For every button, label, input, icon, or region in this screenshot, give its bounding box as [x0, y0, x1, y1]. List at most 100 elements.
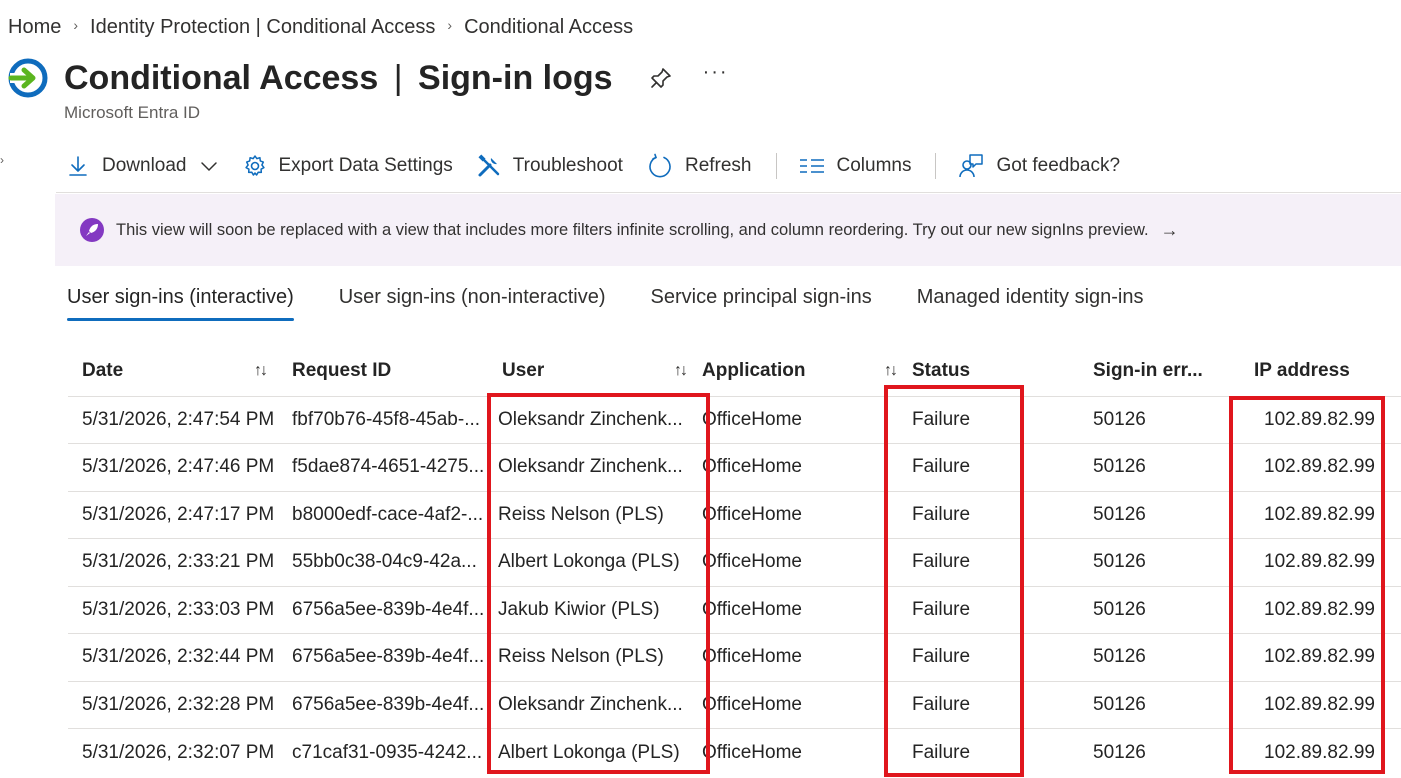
table-row[interactable]: 5/31/2026, 2:33:03 PM 6756a5ee-839b-4e4f.…: [68, 585, 1401, 634]
cell-sign-in-error: 50126: [1079, 728, 1238, 776]
cell-request-id: 6756a5ee-839b-4e4f...: [278, 633, 488, 681]
sort-icon[interactable]: ↑↓: [254, 362, 268, 380]
cell-request-id: 6756a5ee-839b-4e4f...: [278, 585, 488, 634]
cell-user: Reiss Nelson (PLS): [488, 633, 698, 681]
cell-application: OfficeHome: [698, 395, 908, 444]
download-icon: [69, 156, 87, 176]
tab-service-principal-sign-ins[interactable]: Service principal sign-ins: [651, 286, 872, 319]
cell-status: Failure: [908, 728, 1079, 776]
column-header-user[interactable]: User ↑↓: [488, 346, 698, 396]
cell-sign-in-error: 50126: [1079, 490, 1238, 539]
refresh-label: Refresh: [684, 155, 752, 176]
breadcrumb-conditional-access[interactable]: Conditional Access: [464, 16, 633, 39]
conditional-access-icon: [8, 58, 48, 98]
refresh-button[interactable]: Refresh: [647, 153, 752, 179]
cell-request-id: 55bb0c38-04c9-42a...: [278, 538, 488, 586]
cell-date: 5/31/2026, 2:47:17 PM: [68, 490, 278, 539]
column-header-date[interactable]: Date ↑↓: [68, 346, 278, 396]
breadcrumb-home[interactable]: Home: [8, 16, 61, 39]
feedback-icon: [959, 154, 984, 178]
sort-icon[interactable]: ↑↓: [884, 362, 898, 380]
cell-status: Failure: [908, 680, 1079, 729]
cell-request-id: 6756a5ee-839b-4e4f...: [278, 680, 488, 729]
table-row[interactable]: 5/31/2026, 2:47:17 PM b8000edf-cace-4af2-…: [68, 490, 1401, 539]
got-feedback-label: Got feedback?: [996, 155, 1121, 176]
page-title-strong: Conditional Access: [64, 58, 379, 97]
breadcrumb-separator-icon: ›: [73, 16, 79, 33]
cell-application: OfficeHome: [698, 443, 908, 491]
table-row[interactable]: 5/31/2026, 2:33:21 PM 55bb0c38-04c9-42a..…: [68, 538, 1401, 586]
column-header-ip-address[interactable]: IP address: [1238, 346, 1401, 396]
breadcrumb-separator-icon: ›: [447, 16, 453, 33]
download-button[interactable]: Download: [66, 154, 219, 178]
breadcrumb: Home › Identity Protection | Conditional…: [8, 16, 633, 39]
cell-ip-address: 102.89.82.99: [1238, 490, 1401, 539]
cell-sign-in-error: 50126: [1079, 633, 1238, 681]
cell-request-id: fbf70b76-45f8-45ab-...: [278, 395, 488, 444]
cell-date: 5/31/2026, 2:32:28 PM: [68, 680, 278, 729]
chevron-down-icon: [200, 162, 217, 172]
cell-status: Failure: [908, 585, 1079, 634]
gear-icon: [244, 155, 265, 176]
troubleshoot-label: Troubleshoot: [512, 155, 623, 176]
troubleshoot-button[interactable]: Troubleshoot: [477, 154, 623, 178]
page-title: Conditional Access | Sign-in logs: [64, 59, 613, 98]
table-row[interactable]: 5/31/2026, 2:47:46 PM f5dae874-4651-4275.…: [68, 443, 1401, 491]
more-options-icon[interactable]: ···: [703, 61, 729, 84]
toolbar-divider-line: [56, 192, 1401, 193]
cell-application: OfficeHome: [698, 585, 908, 634]
cell-user: Oleksandr Zinchenk...: [488, 443, 698, 491]
sign-in-logs-table: Date ↑↓ Request ID User ↑↓ Application ↑↓ S…: [68, 346, 1401, 776]
columns-button[interactable]: Columns: [799, 154, 911, 178]
sort-icon[interactable]: ↑↓: [674, 362, 688, 380]
column-header-application[interactable]: Application ↑↓: [698, 346, 908, 396]
export-data-settings-button[interactable]: Export Data Settings: [243, 154, 453, 178]
page-title-separator: |: [393, 58, 403, 97]
cell-sign-in-error: 50126: [1079, 443, 1238, 491]
banner-arrow-icon[interactable]: →: [1161, 220, 1179, 241]
table-row[interactable]: 5/31/2026, 2:32:28 PM 6756a5ee-839b-4e4f.…: [68, 680, 1401, 729]
cell-ip-address: 102.89.82.99: [1238, 680, 1401, 729]
cell-request-id: f5dae874-4651-4275...: [278, 443, 488, 491]
cell-sign-in-error: 50126: [1079, 395, 1238, 444]
columns-icon: [799, 159, 824, 173]
cell-ip-address: 102.89.82.99: [1238, 585, 1401, 634]
cell-date: 5/31/2026, 2:33:03 PM: [68, 585, 278, 634]
toolbar-divider: [935, 153, 937, 179]
table-row[interactable]: 5/31/2026, 2:32:44 PM 6756a5ee-839b-4e4f.…: [68, 633, 1401, 681]
breadcrumb-identity-protection[interactable]: Identity Protection | Conditional Access: [90, 16, 435, 39]
cell-date: 5/31/2026, 2:47:54 PM: [68, 395, 278, 444]
page-title-rest: Sign-in logs: [418, 58, 613, 97]
cell-status: Failure: [908, 395, 1079, 444]
table-row[interactable]: 5/31/2026, 2:32:07 PM c71caf31-0935-4242.…: [68, 728, 1401, 776]
cell-sign-in-error: 50126: [1079, 538, 1238, 586]
cell-ip-address: 102.89.82.99: [1238, 538, 1401, 586]
cell-date: 5/31/2026, 2:32:07 PM: [68, 728, 278, 776]
expand-sidebar-icon[interactable]: ›: [0, 153, 4, 167]
cell-request-id: b8000edf-cace-4af2-...: [278, 490, 488, 539]
column-header-request-id[interactable]: Request ID: [278, 346, 488, 396]
cell-user: Jakub Kiwior (PLS): [488, 585, 698, 634]
page-header: Conditional Access | Sign-in logs ···: [8, 58, 729, 98]
command-bar: Download Export Data Settings Troublesho…: [66, 148, 1144, 184]
table-row[interactable]: 5/31/2026, 2:47:54 PM fbf70b76-45f8-45ab-…: [68, 395, 1401, 444]
cell-user: Albert Lokonga (PLS): [488, 728, 698, 776]
column-header-sign-in-error[interactable]: Sign-in err...: [1079, 346, 1238, 396]
cell-status: Failure: [908, 490, 1079, 539]
cell-date: 5/31/2026, 2:32:44 PM: [68, 633, 278, 681]
tab-user-sign-ins-interactive[interactable]: User sign-ins (interactive): [67, 286, 294, 321]
cell-date: 5/31/2026, 2:33:21 PM: [68, 538, 278, 586]
pin-icon[interactable]: [649, 66, 673, 90]
page-subtitle: Microsoft Entra ID: [64, 103, 201, 122]
tab-managed-identity-sign-ins[interactable]: Managed identity sign-ins: [917, 286, 1144, 319]
cell-application: OfficeHome: [698, 538, 908, 586]
got-feedback-button[interactable]: Got feedback?: [958, 153, 1120, 179]
export-data-settings-label: Export Data Settings: [278, 155, 453, 176]
cell-user: Oleksandr Zinchenk...: [488, 680, 698, 729]
cell-user: Oleksandr Zinchenk...: [488, 395, 698, 444]
cell-sign-in-error: 50126: [1079, 585, 1238, 634]
tab-user-sign-ins-non-interactive[interactable]: User sign-ins (non-interactive): [339, 286, 606, 319]
column-header-status[interactable]: Status: [908, 346, 1079, 396]
cell-date: 5/31/2026, 2:47:46 PM: [68, 443, 278, 491]
rocket-icon: [80, 218, 104, 242]
